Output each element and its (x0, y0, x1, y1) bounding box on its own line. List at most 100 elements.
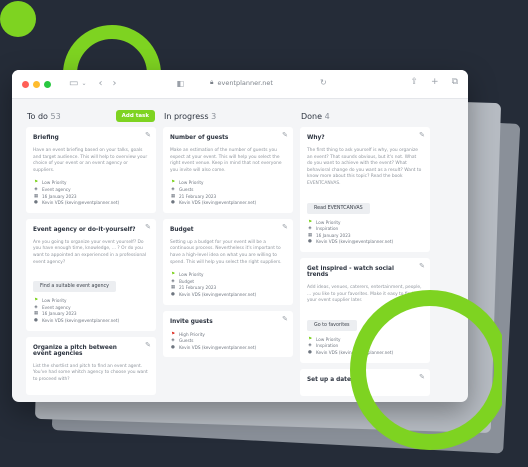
calendar-icon: ▦ (33, 193, 39, 199)
flag-icon: ⚑ (33, 298, 39, 304)
task-meta-row: ◈ Budget (170, 279, 286, 286)
column-title: In progress (164, 111, 209, 121)
tag-icon: ◈ (308, 343, 312, 349)
maximize-window-button[interactable] (44, 80, 51, 88)
edit-icon[interactable]: ✎ (145, 131, 151, 139)
column-title-wrap: In progress 3 (164, 112, 216, 121)
task-meta-text: High Priority (179, 331, 205, 337)
flag-icon: ⚑ (307, 219, 313, 225)
edit-icon[interactable]: ✎ (282, 315, 288, 323)
task-action-button[interactable]: Read EVENTCANVAS (307, 202, 370, 214)
column-count: 4 (324, 111, 330, 121)
shield-icon[interactable]: ◧ (176, 80, 184, 88)
task-meta-text: Guests (179, 186, 194, 192)
task-card[interactable]: ✎ Organize a pitch between event agencies… (26, 336, 156, 396)
edit-icon[interactable]: ✎ (145, 223, 151, 231)
reload-icon[interactable]: ↻ (320, 79, 327, 87)
task-meta-text: Low Priority (179, 180, 204, 186)
tag-icon: ◈ (308, 226, 312, 232)
task-meta-row: ⚑ Low Priority (33, 180, 149, 187)
chevron-down-icon[interactable]: ⌄ (81, 81, 86, 87)
decor-dot (0, 1, 36, 37)
task-meta-row: ⚑ Low Priority (33, 298, 149, 305)
task-title: Get inspired - watch social trends (307, 265, 394, 278)
task-meta-text: Low Priority (316, 219, 341, 225)
task-meta-text: Low Priority (316, 336, 341, 342)
url-text: eventplanner.net (217, 78, 273, 87)
task-meta-row: ◈ Event agency (33, 305, 149, 312)
task-meta-row: ● Kevin VDS (kevin@eventplanner.net) (170, 200, 286, 207)
task-meta-text: Inspiration (316, 226, 339, 232)
task-description: List the shortlist and pitch to find an … (33, 363, 148, 382)
edit-icon[interactable]: ✎ (419, 131, 425, 139)
task-meta-row: ◈ Guests (170, 338, 286, 345)
task-meta-row: ⚑ High Priority (170, 332, 286, 339)
calendar-icon: ▦ (170, 193, 176, 199)
task-card[interactable]: ✎ Budget Setting up a budget for your even… (163, 218, 293, 305)
column-title: To do (27, 111, 48, 121)
column-title-wrap: To do 53 (27, 112, 61, 121)
task-description: Are you going to organize your event you… (33, 239, 147, 265)
flag-icon: ⚑ (170, 272, 176, 278)
flag-icon: ⚑ (170, 180, 176, 186)
address-bar[interactable]: 🔒︎ eventplanner.net (210, 78, 273, 87)
tag-icon: ◈ (171, 338, 175, 344)
user-icon: ● (34, 200, 38, 206)
task-title: Invite guests (170, 318, 213, 325)
task-meta-row: ⚑ Low Priority (170, 180, 286, 187)
task-meta-text: Event agency (42, 186, 71, 192)
decor-ring-top (63, 25, 161, 76)
task-card[interactable]: ✎ Number of guests Make an estimation of t… (163, 127, 293, 213)
task-card[interactable]: ✎ Event agency or do-it-yourself? Are you … (26, 218, 156, 331)
column-header: To do 53 Add task (26, 105, 156, 127)
tag-icon: ◈ (34, 304, 38, 310)
task-meta-row: ◈ Inspiration (307, 226, 423, 233)
task-card[interactable]: ✎ Briefing Have an event briefing based on… (26, 127, 156, 213)
tag-icon: ◈ (171, 278, 175, 284)
task-meta-text: 21 February 2023 (179, 285, 217, 291)
task-meta-text: 16 January 2023 (316, 232, 351, 238)
sidebar-icon[interactable]: ▭ (69, 79, 78, 89)
column-count: 3 (211, 111, 217, 121)
task-action-button[interactable]: Find a suitable event agency (33, 281, 117, 293)
edit-icon[interactable]: ✎ (282, 223, 288, 231)
user-icon: ● (171, 344, 175, 350)
share-icon[interactable]: ⇪ (410, 78, 418, 87)
task-meta-text: 16 January 2023 (42, 193, 77, 199)
task-meta-row: ▦ 16 January 2023 (33, 194, 149, 201)
task-meta-row: ▦ 21 February 2023 (170, 194, 286, 201)
add-task-button[interactable]: Add task (115, 110, 155, 122)
tabs-icon[interactable]: ⧉ (452, 78, 458, 87)
user-icon: ● (34, 317, 38, 323)
calendar-icon: ▦ (33, 311, 39, 317)
task-meta-text: Kevin VDS (kevin@eventplanner.net) (42, 200, 120, 206)
edit-icon[interactable]: ✎ (282, 131, 288, 139)
browser-toolbar: ▭ ⌄ ‹ › ◧ 🔒︎ eventplanner.net ↻ ⇪ + ⧉ (12, 70, 468, 99)
task-meta-text: 21 February 2023 (179, 193, 217, 199)
task-meta-text: Inspiration (316, 343, 339, 349)
task-meta-row: ● Kevin VDS (kevin@eventplanner.net) (33, 318, 149, 325)
column-title-wrap: Done 4 (301, 112, 330, 121)
back-icon[interactable]: ‹ (98, 79, 102, 89)
column-title: Done (301, 111, 323, 121)
task-meta-row: ▦ 21 February 2023 (170, 285, 286, 292)
task-meta-row: ◈ Guests (170, 187, 286, 194)
forward-icon[interactable]: › (112, 79, 116, 89)
user-icon: ● (308, 349, 312, 355)
task-meta-row: ● Kevin VDS (kevin@eventplanner.net) (170, 345, 286, 352)
task-meta-row: ◈ Event agency (33, 187, 149, 194)
edit-icon[interactable]: ✎ (145, 341, 151, 349)
task-title: Event agency or do-it-yourself? (33, 226, 136, 233)
close-window-button[interactable] (22, 80, 29, 88)
task-card[interactable]: ✎ Invite guests ⚑ High Priority ◈ Guests ● Kevi… (163, 310, 293, 358)
task-title: Briefing (33, 135, 59, 141)
user-icon: ● (171, 291, 175, 297)
minimize-window-button[interactable] (33, 80, 40, 88)
task-description: Have an event briefing based on your tal… (33, 148, 148, 173)
user-icon: ● (308, 239, 312, 245)
calendar-icon: ▦ (170, 285, 176, 291)
plus-icon[interactable]: + (431, 78, 439, 87)
task-card[interactable]: ✎ Why? The first thing to ask yourself is … (300, 127, 430, 252)
task-meta-text: Guests (179, 338, 194, 344)
edit-icon[interactable]: ✎ (419, 262, 425, 270)
